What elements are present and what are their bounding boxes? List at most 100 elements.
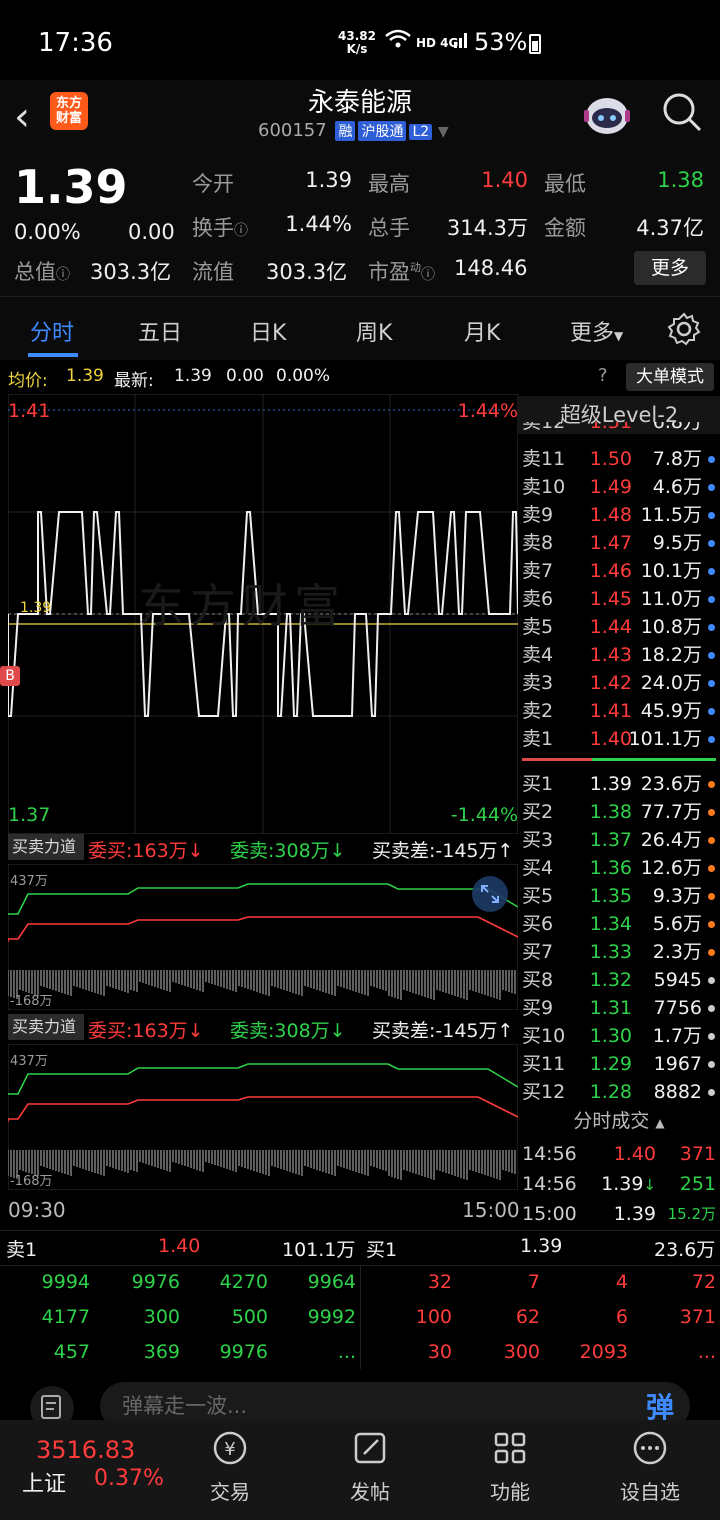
indicator-panel-1[interactable]: 买卖力道 ▼ 委买:163万↓ 委卖:308万↓ 买卖差:-145万↑ 437万… [8,834,518,1014]
ask-row[interactable]: 卖10 1.49 4.6万 [518,473,720,501]
watchlist-icon[interactable] [630,1428,670,1468]
ask-row[interactable]: 卖1 1.40 101.1万 [518,725,720,753]
mktcap-value: 303.3亿 [90,260,172,284]
volume-value: 314.3万 [446,216,528,240]
watermark: 东方财富 [138,579,346,633]
ask-row[interactable]: 卖5 1.44 10.8万 [518,613,720,641]
level-price: 1.50 [589,448,632,470]
bid-row[interactable]: 买9 1.31 7756 [518,994,720,1022]
order-dot-icon [708,921,715,928]
level-label: 买8 [522,969,554,991]
queue-sell-cell: 9994 [41,1271,90,1293]
open-value: 1.39 [305,168,352,192]
index-name[interactable]: 上证 [22,1466,66,1498]
post-icon[interactable] [350,1428,390,1468]
more-button[interactable]: 更多 [634,251,706,285]
level-label: 卖10 [522,476,566,498]
level-price: 1.41 [589,700,632,722]
level-label: 买6 [522,913,554,935]
ask-row[interactable]: 卖3 1.42 24.0万 [518,669,720,697]
index-pct[interactable]: 0.37% [94,1466,164,1491]
indicator-chart-2 [8,1044,518,1190]
bid-total: 委买:163万↓ [88,840,204,862]
bid-row[interactable]: 买3 1.37 26.4万 [518,826,720,854]
ask-row[interactable]: 卖6 1.45 11.0万 [518,585,720,613]
level-price: 1.29 [589,1053,632,1075]
dropdown-caret-icon: ▼ [437,124,449,140]
gear-icon[interactable] [666,311,702,347]
queue-buy-cell: 6 [615,1306,628,1328]
bid-row[interactable]: 买6 1.34 5.6万 [518,910,720,938]
stock-code-row[interactable]: 600157 融沪股通 L2 ▼ [258,120,449,141]
queue-sell-price: 1.40 [158,1235,201,1257]
queue-buy-cell: 371 [679,1306,716,1328]
bid-row[interactable]: 买2 1.38 77.7万 [518,798,720,826]
big-order-mode-button[interactable]: 大单模式 [626,363,714,391]
svg-text:¥: ¥ [224,1439,235,1460]
current-price: 1.39 [14,160,128,214]
bid-row[interactable]: 买7 1.33 2.3万 [518,938,720,966]
level-volume: 45.9万 [640,700,702,722]
buy-marker[interactable]: B [0,666,20,686]
bid-row[interactable]: 买1 1.39 23.6万 [518,770,720,798]
ask-row[interactable]: 卖9 1.48 11.5万 [518,501,720,529]
level-price: 1.48 [589,504,632,526]
ask-row[interactable]: 卖8 1.47 9.5万 [518,529,720,557]
ask-row[interactable]: 卖4 1.43 18.2万 [518,641,720,669]
tab-more[interactable]: 更多▼ [570,315,623,347]
nav-post[interactable]: 发帖 [320,1476,420,1505]
level-label: 买10 [522,1025,566,1047]
dropdown-caret-icon: ▼ [614,329,624,343]
level-price: 1.44 [589,616,632,638]
tab-daily-k[interactable]: 日K [250,315,286,347]
search-icon[interactable] [660,90,704,134]
trade-time: 14:56 [522,1173,577,1195]
collapse-arrows-icon[interactable] [470,874,510,914]
bid-row[interactable]: 买5 1.35 9.3万 [518,882,720,910]
index-value[interactable]: 3516.83 [36,1436,135,1464]
open-label: 今开 [192,172,234,196]
order-dot-icon [708,949,715,956]
nav-functions[interactable]: 功能 [460,1476,560,1505]
level-volume: 18.2万 [640,644,702,666]
functions-icon[interactable] [490,1428,530,1468]
bid-row[interactable]: 买12 1.28 8882 [518,1078,720,1106]
nav-trade[interactable]: 交易 [180,1476,280,1505]
indicator-top-label: 437万 [10,1054,48,1069]
bid-row[interactable]: 买10 1.30 1.7万 [518,1022,720,1050]
tab-intraday[interactable]: 分时 [30,315,74,347]
order-dot-icon [708,781,715,788]
trade-icon[interactable]: ¥ [210,1428,250,1468]
bid-row[interactable]: 买8 1.32 5945 [518,966,720,994]
tab-weekly-k[interactable]: 周K [356,315,392,347]
robot-assistant-icon[interactable] [582,92,632,140]
ask-row[interactable]: 卖2 1.41 45.9万 [518,697,720,725]
level-volume: 11.5万 [640,504,702,526]
indicator-select[interactable]: 买卖力道 ▼ [8,1014,84,1064]
period-tabs: 分时 五日 日K 周K 月K 更多▼ [0,296,720,360]
queue-buy-cell: 32 [427,1271,452,1293]
latest-pct: 0.00% [276,366,331,386]
intraday-chart[interactable]: 1.41 1.44% 1.37 -1.44% 1.39 B 东方财富 [0,394,518,834]
bid-row[interactable]: 买4 1.36 12.6万 [518,854,720,882]
tab-monthly-k[interactable]: 月K [464,315,500,347]
back-arrow-icon[interactable]: ‹ [14,94,30,140]
help-icon[interactable]: ? [598,365,608,386]
order-dot-icon [708,1033,715,1040]
level-label: 卖1 [522,728,554,750]
queue-buy-cell: ... [697,1341,716,1363]
queue-buy-cell: 100 [415,1306,452,1328]
level2-panel[interactable]: 超级Level-2 卖12 1.51 6.8万 卖11 1.50 7.8万 卖10 1.49 4… [518,394,720,1234]
pct-max-label: 1.44% [457,400,518,422]
trade-row: 15:00 1.39 15.2万 [518,1200,720,1228]
queue-sell-vol: 101.1万 [282,1239,356,1261]
indicator-select[interactable]: 买卖力道 ▼ [8,834,84,884]
bid-row[interactable]: 买11 1.29 1967 [518,1050,720,1078]
tab-five-day[interactable]: 五日 [138,315,182,347]
ask-row[interactable]: 卖7 1.46 10.1万 [518,557,720,585]
indicator-panel-2[interactable]: 买卖力道 ▼ 委买:163万↓ 委卖:308万↓ 买卖差:-145万↑ 437万… [8,1014,518,1194]
nav-add-watchlist[interactable]: 设自选 [600,1476,700,1505]
ask-row[interactable]: 卖11 1.50 7.8万 [518,445,720,473]
ask-total: 委卖:308万↓ [230,1020,346,1042]
level-volume: 9.5万 [652,532,702,554]
